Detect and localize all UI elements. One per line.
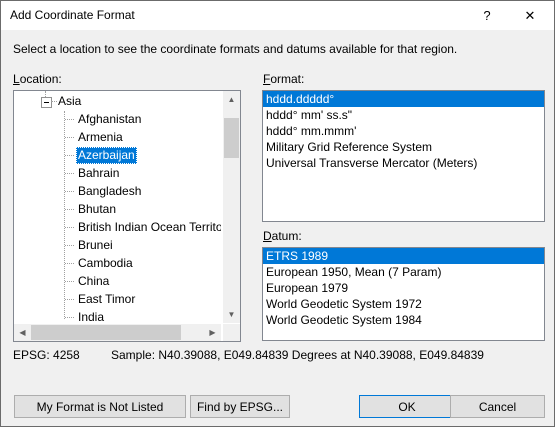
datum-label: Datum: (263, 229, 302, 243)
tree-connector (64, 111, 65, 319)
description-text: Select a location to see the coordinate … (13, 42, 458, 56)
tree-node-afghanistan[interactable]: Afghanistan (76, 111, 143, 128)
tree-node-british-indian-ocean-territor[interactable]: British Indian Ocean Territor (76, 219, 221, 236)
tree-connector (51, 101, 57, 102)
format-list[interactable]: hddd.ddddd° hddd° mm' ss.s" hddd° mm.mmm' M… (262, 90, 545, 222)
window-title: Add Coordinate Format (10, 8, 135, 22)
datum-list-item[interactable]: European 1979 (263, 280, 544, 296)
scroll-up-icon[interactable]: ▲ (223, 91, 240, 108)
vertical-scroll-thumb[interactable] (224, 118, 239, 158)
datum-list-item[interactable]: European 1950, Mean (7 Param) (263, 264, 544, 280)
tree-connector (65, 227, 74, 228)
tree-connector (65, 155, 74, 156)
tree-node-bangladesh[interactable]: Bangladesh (76, 183, 143, 200)
format-list-item[interactable]: Military Grid Reference System (263, 139, 544, 155)
tree-connector (65, 263, 74, 264)
find-by-epsg-button[interactable]: Find by EPSG... (190, 395, 290, 418)
epsg-code-text: EPSG: 4258 (13, 348, 80, 362)
datum-list[interactable]: ETRS 1989 European 1950, Mean (7 Param) Eu… (262, 247, 545, 341)
tree-node-bahrain[interactable]: Bahrain (76, 165, 121, 182)
tree-node-east-timor[interactable]: East Timor (76, 291, 137, 308)
tree-connector (65, 317, 74, 318)
location-label: Location: (13, 72, 62, 86)
tree-node-bhutan[interactable]: Bhutan (76, 201, 118, 218)
datum-list-item[interactable]: World Geodetic System 1972 (263, 296, 544, 312)
tree-connector (65, 299, 74, 300)
add-coordinate-format-dialog: Add Coordinate Format ? ✕ Select a locat… (0, 0, 555, 427)
tree-node-india[interactable]: India (76, 309, 106, 323)
format-list-item[interactable]: hddd.ddddd° (263, 91, 544, 107)
format-list-item[interactable]: hddd° mm' ss.s" (263, 107, 544, 123)
scroll-left-icon[interactable]: ◀ (14, 324, 31, 341)
tree-connector (65, 191, 74, 192)
sample-text: Sample: N40.39088, E049.84839 Degrees at… (111, 348, 484, 362)
help-icon[interactable]: ? (469, 1, 505, 30)
horizontal-scroll-thumb[interactable] (31, 325, 181, 340)
close-icon[interactable]: ✕ (512, 1, 548, 30)
tree-vertical-scrollbar[interactable]: ▲ ▼ (223, 91, 240, 323)
scroll-down-icon[interactable]: ▼ (223, 306, 240, 323)
tree-connector (65, 119, 74, 120)
tree-node-asia[interactable]: Asia (58, 93, 81, 110)
format-not-listed-button[interactable]: My Format is Not Listed (14, 395, 186, 418)
collapse-icon[interactable] (41, 97, 52, 108)
tree-connector (65, 245, 74, 246)
tree-connector (65, 137, 74, 138)
tree-horizontal-scrollbar[interactable]: ◀ ▶ (14, 324, 221, 341)
format-list-item[interactable]: hddd° mm.mmm' (263, 123, 544, 139)
tree-node-brunei[interactable]: Brunei (76, 237, 115, 254)
ok-button[interactable]: OK (359, 395, 455, 418)
location-tree-content: Asia Afghanistan Armenia Azerbaijan Bahrain… (14, 91, 221, 323)
format-label: Format: (263, 72, 305, 86)
tree-node-armenia[interactable]: Armenia (76, 129, 125, 146)
format-list-item[interactable]: Universal Transverse Mercator (Meters) (263, 155, 544, 171)
cancel-button[interactable]: Cancel (450, 395, 545, 418)
title-bar: Add Coordinate Format ? ✕ (1, 1, 554, 30)
tree-node-china[interactable]: China (76, 273, 111, 290)
tree-connector (65, 173, 74, 174)
tree-connector (65, 209, 74, 210)
scrollbar-corner (223, 324, 240, 341)
tree-connector (65, 281, 74, 282)
datum-list-item[interactable]: World Geodetic System 1984 (263, 312, 544, 328)
location-tree[interactable]: Asia Afghanistan Armenia Azerbaijan Bahrain… (13, 90, 241, 342)
datum-list-item[interactable]: ETRS 1989 (263, 248, 544, 264)
tree-node-azerbaijan[interactable]: Azerbaijan (76, 147, 137, 164)
tree-node-cambodia[interactable]: Cambodia (76, 255, 135, 272)
scroll-right-icon[interactable]: ▶ (204, 324, 221, 341)
